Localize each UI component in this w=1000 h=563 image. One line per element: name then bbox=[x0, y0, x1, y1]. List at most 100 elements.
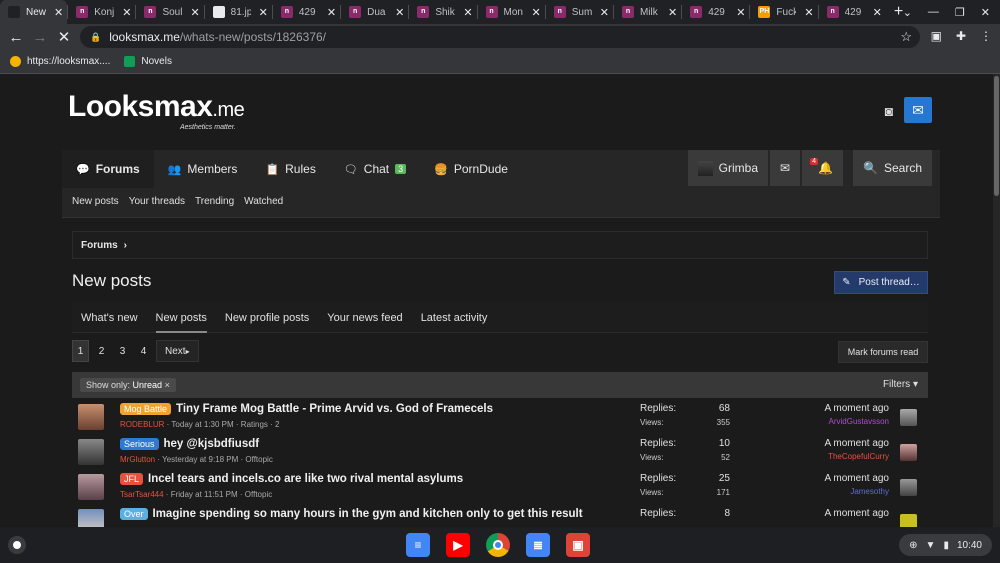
tab-new-profile-posts[interactable]: New profile posts bbox=[225, 303, 309, 333]
forward-icon[interactable]: → bbox=[28, 29, 52, 46]
browser-tab[interactable]: n 429 ✕ bbox=[819, 0, 886, 24]
thread-title[interactable]: JFL Incel tears and incels.co are like tw… bbox=[120, 473, 463, 485]
latest-post[interactable]: A moment ago Jamesothy bbox=[792, 473, 889, 496]
restore-icon[interactable]: ❐ bbox=[955, 6, 965, 19]
nav-tab-forums[interactable]: 💬 Forums bbox=[62, 150, 154, 188]
launcher-icon[interactable] bbox=[8, 536, 26, 554]
nav-tab-members[interactable]: 👥 Members bbox=[154, 150, 252, 188]
thread-prefix-badge[interactable]: Over bbox=[120, 508, 148, 520]
latest-user-avatar[interactable] bbox=[900, 479, 917, 496]
thread-prefix-badge[interactable]: JFL bbox=[120, 473, 144, 485]
chrome-icon[interactable] bbox=[486, 533, 510, 557]
tab-close-icon[interactable]: ✕ bbox=[395, 6, 404, 19]
back-icon[interactable]: ← bbox=[4, 29, 28, 46]
tab-latest-activity[interactable]: Latest activity bbox=[421, 303, 488, 333]
browser-tab[interactable]: n Milk ✕ bbox=[614, 0, 681, 24]
author-avatar[interactable] bbox=[78, 474, 104, 500]
url-text[interactable]: looksmax.me/whats-new/posts/1826376/ bbox=[109, 30, 326, 44]
remove-filter-icon[interactable]: × bbox=[165, 380, 170, 390]
search-button[interactable]: 🔍 Search bbox=[853, 150, 932, 186]
browser-tab[interactable]: n Konj ✕ bbox=[68, 0, 135, 24]
tab-close-icon[interactable]: ✕ bbox=[668, 6, 677, 19]
browser-tab[interactable]: n 429 ✕ bbox=[682, 0, 749, 24]
latest-post[interactable]: A moment ago ArvidGustavsson bbox=[792, 403, 889, 426]
thread-author[interactable]: TsarTsar444 bbox=[120, 490, 164, 499]
latest-time[interactable]: A moment ago bbox=[792, 473, 889, 484]
browser-tab[interactable]: PH Fuck ✕ bbox=[750, 0, 817, 24]
browser-tab[interactable]: n Mon ✕ bbox=[478, 0, 545, 24]
latest-user[interactable]: TheCopefulCurry bbox=[792, 452, 889, 461]
latest-post[interactable]: A moment ago TheCopefulCurry bbox=[792, 438, 889, 461]
latest-user[interactable]: Jamesothy bbox=[792, 487, 889, 496]
nav-tab-chat[interactable]: 🗨 Chat 3 bbox=[330, 150, 420, 188]
discord-icon[interactable]: ◙ bbox=[878, 100, 900, 122]
tab-close-icon[interactable]: ✕ bbox=[600, 6, 609, 19]
nav-tab-porndude[interactable]: 🍔 PornDude bbox=[420, 150, 522, 188]
latest-time[interactable]: A moment ago bbox=[792, 508, 889, 519]
browser-tab[interactable]: n Sum ✕ bbox=[546, 0, 613, 24]
thread-title[interactable]: Serious hey @kjsbdfiusdf bbox=[120, 438, 259, 450]
bookmark-star-icon[interactable]: ☆ bbox=[900, 29, 912, 45]
tab-your-news-feed[interactable]: Your news feed bbox=[327, 303, 402, 333]
tab-close-icon[interactable]: ✕ bbox=[463, 6, 472, 19]
tab-what-s-new[interactable]: What's new bbox=[81, 303, 138, 333]
tab-close-icon[interactable]: ✕ bbox=[327, 6, 336, 19]
browser-tab[interactable]: n Soul ✕ bbox=[136, 0, 203, 24]
thread-title[interactable]: Mog Battle Tiny Frame Mog Battle - Prime … bbox=[120, 403, 493, 415]
thread-row[interactable]: Serious hey @kjsbdfiusdf MrGlutton · Yeste… bbox=[72, 436, 928, 471]
tab-new-posts[interactable]: New posts bbox=[155, 303, 207, 333]
mail-icon[interactable]: ✉ bbox=[904, 97, 932, 123]
close-window-icon[interactable]: ✕ bbox=[981, 6, 990, 19]
thread-title-text[interactable]: Incel tears and incels.co are like two r… bbox=[148, 473, 463, 485]
latest-user-avatar[interactable] bbox=[900, 514, 917, 527]
lock-icon[interactable]: 🔒 bbox=[90, 32, 101, 43]
gallery-icon[interactable]: ▣ bbox=[566, 533, 590, 557]
nav-tab-rules[interactable]: 📋 Rules bbox=[251, 150, 329, 188]
alerts-button[interactable]: 4 🔔 bbox=[802, 150, 844, 186]
tab-close-icon[interactable]: ✕ bbox=[532, 6, 541, 19]
tab-close-icon[interactable]: ✕ bbox=[736, 6, 745, 19]
page-link[interactable]: 3 bbox=[114, 340, 131, 362]
subnav-link[interactable]: Your threads bbox=[129, 196, 185, 207]
tab-search-icon[interactable]: ⌄ bbox=[903, 6, 912, 19]
thread-row[interactable]: Over Imagine spending so many hours in th… bbox=[72, 506, 928, 527]
browser-tab[interactable]: n Dua ✕ bbox=[341, 0, 408, 24]
page-link[interactable]: 2 bbox=[93, 340, 110, 362]
tab-close-icon[interactable]: ✕ bbox=[54, 6, 63, 19]
subnav-link[interactable]: New posts bbox=[72, 196, 119, 207]
thread-row[interactable]: JFL Incel tears and incels.co are like tw… bbox=[72, 471, 928, 506]
tab-close-icon[interactable]: ✕ bbox=[804, 6, 813, 19]
thread-prefix-badge[interactable]: Mog Battle bbox=[120, 403, 172, 415]
site-logo[interactable]: Lᴏᴏksmax.me bbox=[68, 90, 245, 124]
menu-kebab-icon[interactable]: ⋮ bbox=[980, 29, 992, 43]
tab-close-icon[interactable]: ✕ bbox=[122, 6, 131, 19]
thread-prefix-badge[interactable]: Serious bbox=[120, 438, 159, 450]
thread-author[interactable]: MrGlutton bbox=[120, 455, 155, 464]
next-page-button[interactable]: Next ▸ bbox=[156, 340, 199, 362]
subnav-link[interactable]: Watched bbox=[244, 196, 283, 207]
author-avatar[interactable] bbox=[78, 509, 104, 527]
tab-close-icon[interactable]: ✕ bbox=[190, 6, 199, 19]
thread-row[interactable]: Mog Battle Tiny Frame Mog Battle - Prime … bbox=[72, 401, 928, 436]
thread-forum[interactable]: Offtopic bbox=[245, 455, 272, 464]
thread-title-text[interactable]: hey @kjsbdfiusdf bbox=[164, 438, 260, 450]
filters-dropdown[interactable]: Filters ▾ bbox=[883, 379, 918, 390]
minimize-icon[interactable]: — bbox=[928, 6, 939, 18]
subnav-link[interactable]: Trending bbox=[195, 196, 234, 207]
browser-tab[interactable]: n 429 ✕ bbox=[273, 0, 340, 24]
stop-loading-icon[interactable]: ✕ bbox=[52, 28, 76, 46]
latest-user-avatar[interactable] bbox=[900, 409, 917, 426]
thread-title-text[interactable]: Imagine spending so many hours in the gy… bbox=[153, 508, 583, 520]
address-bar[interactable]: 🔒 looksmax.me/whats-new/posts/1826376/ ☆ bbox=[80, 26, 920, 48]
status-tray[interactable]: ⊕ ▼ ▮ 10:40 bbox=[899, 534, 992, 556]
bookmark-item[interactable]: https://looksmax.... bbox=[10, 56, 110, 67]
browser-tab[interactable]: 81.jp ✕ bbox=[205, 0, 272, 24]
puzzle-icon[interactable]: ✚ bbox=[956, 29, 966, 43]
page-link[interactable]: 1 bbox=[72, 340, 89, 362]
thread-forum[interactable]: Ratings · 2 bbox=[241, 420, 280, 429]
post-thread-button[interactable]: ✎ Post thread… bbox=[834, 271, 928, 294]
bookmark-item[interactable]: Novels bbox=[124, 56, 172, 67]
browser-tab[interactable]: New ✕ bbox=[0, 0, 68, 24]
docs-icon[interactable]: ≡ bbox=[406, 533, 430, 557]
latest-time[interactable]: A moment ago bbox=[792, 403, 889, 414]
